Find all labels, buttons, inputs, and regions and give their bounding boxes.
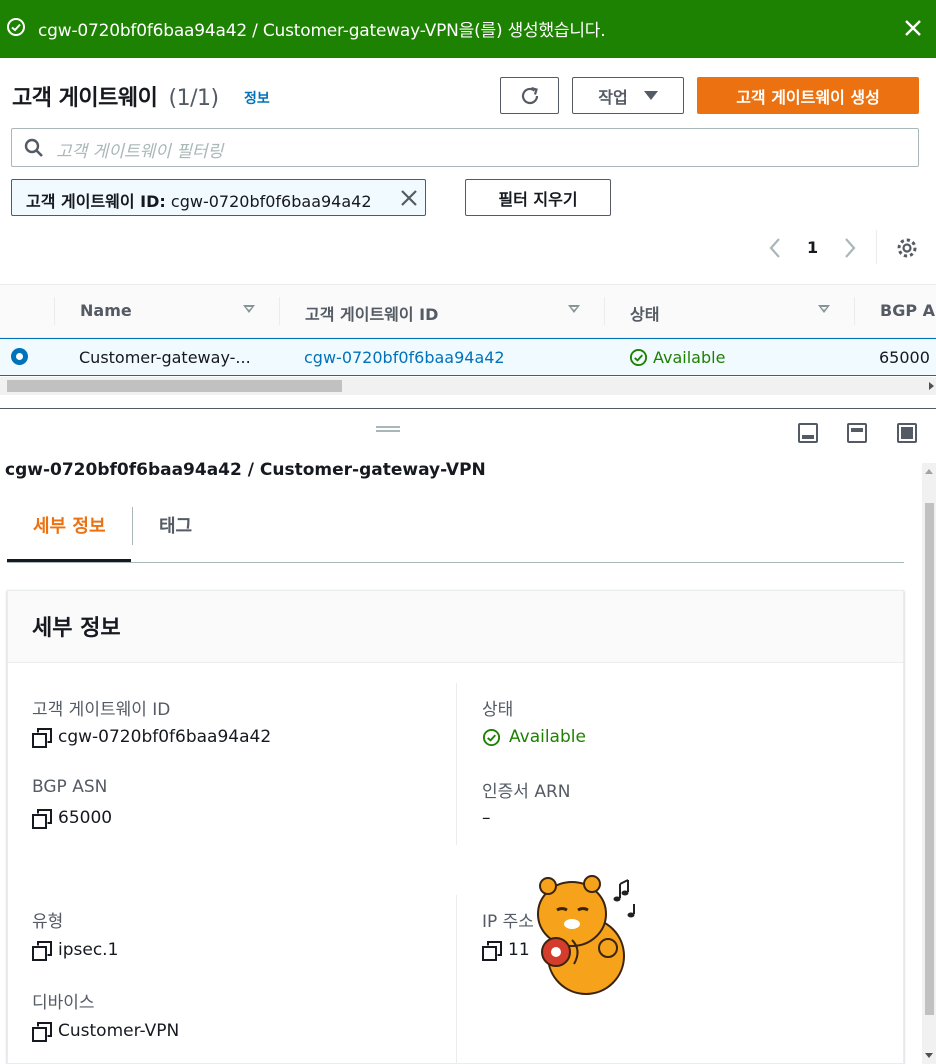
clear-filters-label: 필터 지우기	[498, 189, 578, 209]
bgp-asn-text: 65000	[58, 808, 113, 828]
info-link[interactable]: 정보	[244, 88, 270, 108]
cell-status: Available	[629, 348, 725, 367]
column-divider	[54, 297, 55, 325]
scroll-down-arrow-icon[interactable]	[925, 1053, 933, 1058]
close-icon[interactable]	[400, 189, 418, 207]
actions-button[interactable]: 작업	[572, 77, 684, 114]
card-title: 세부 정보	[32, 616, 121, 641]
split-panel-title: cgw-0720bf0f6baa94a42 / Customer-gateway…	[5, 460, 486, 480]
flash-message: cgw-0720bf0f6baa94a42 / Customer-gateway…	[38, 21, 606, 41]
filter-token-text: 고객 게이트웨이 ID: cgw-0720bf0f6baa94a42	[26, 188, 372, 212]
cell-bgp-asn: 65000	[879, 348, 930, 367]
page-title: 고객 게이트웨이 (1/1)	[12, 80, 219, 112]
column-divider	[456, 895, 457, 1064]
horizontal-scrollbar[interactable]	[0, 377, 936, 395]
clear-filters-button[interactable]: 필터 지우기	[465, 179, 611, 216]
column-divider	[279, 297, 280, 325]
page-number[interactable]: 1	[807, 238, 818, 262]
filter-token-key: 고객 게이트웨이 ID:	[26, 192, 166, 211]
bgp-asn-value: 65000	[32, 808, 113, 829]
close-icon[interactable]	[902, 17, 924, 39]
split-panel-border	[0, 408, 936, 409]
bear-sticker-image	[537, 875, 635, 995]
state-text: Available	[509, 727, 586, 747]
refresh-button[interactable]	[500, 77, 559, 114]
copy-icon[interactable]	[482, 941, 500, 961]
copy-icon[interactable]	[32, 809, 50, 829]
refresh-icon	[521, 86, 538, 104]
column-header-state[interactable]: 상태	[630, 301, 659, 325]
vertical-scrollbar[interactable]	[922, 463, 936, 1064]
search-placeholder: 고객 게이트웨이 필터링	[56, 142, 224, 162]
card-header: 세부 정보	[8, 591, 903, 663]
check-circle-icon	[7, 18, 25, 36]
type-label: 유형	[32, 912, 64, 932]
panel-position-full-icon[interactable]	[897, 423, 917, 443]
settings-icon[interactable]	[895, 236, 919, 260]
create-customer-gateway-button[interactable]: 고객 게이트웨이 생성	[697, 77, 919, 114]
copy-icon[interactable]	[32, 1022, 50, 1042]
scrollbar-thumb[interactable]	[7, 380, 342, 392]
cell-gateway-id-link[interactable]: cgw-0720bf0f6baa94a42	[304, 348, 505, 367]
state-value: Available	[482, 727, 586, 747]
details-card: 세부 정보 고객 게이트웨이 ID cgw-0720bf0f6baa94a42 …	[7, 590, 904, 1064]
column-divider	[854, 297, 855, 325]
column-header-name[interactable]: Name	[80, 301, 132, 320]
tab-tags[interactable]: 태그	[159, 512, 192, 538]
gateway-id-label: 고객 게이트웨이 ID	[32, 700, 171, 720]
check-circle-icon	[482, 728, 501, 746]
column-divider	[456, 683, 457, 845]
tabs-underline	[7, 562, 904, 563]
panel-position-bottom-icon[interactable]	[798, 423, 818, 443]
column-divider	[604, 297, 605, 325]
certificate-arn-value: –	[482, 808, 491, 828]
filter-token: 고객 게이트웨이 ID: cgw-0720bf0f6baa94a42	[11, 179, 426, 216]
status-text: Available	[653, 348, 726, 367]
type-text: ipsec.1	[58, 940, 119, 960]
drag-handle-icon[interactable]	[376, 426, 400, 432]
check-circle-icon	[629, 348, 648, 367]
scroll-up-arrow-icon[interactable]	[925, 469, 933, 474]
chevron-left-icon[interactable]	[766, 236, 784, 260]
panel-position-side-icon[interactable]	[847, 423, 867, 443]
device-text: Customer-VPN	[58, 1021, 180, 1041]
caret-down-icon	[643, 91, 658, 100]
sort-icon[interactable]	[568, 305, 580, 313]
column-header-id[interactable]: 고객 게이트웨이 ID	[305, 301, 438, 325]
certificate-arn-label: 인증서 ARN	[482, 782, 571, 802]
cell-name: Customer-gateway-...	[79, 348, 251, 367]
success-flash-banner: cgw-0720bf0f6baa94a42 / Customer-gateway…	[0, 0, 936, 58]
type-value: ipsec.1	[32, 940, 119, 961]
actions-label: 작업	[598, 87, 628, 107]
item-count: (1/1)	[168, 86, 220, 111]
gateway-id-value: cgw-0720bf0f6baa94a42	[32, 727, 272, 748]
search-input[interactable]: 고객 게이트웨이 필터링	[11, 128, 919, 167]
scroll-right-arrow-icon[interactable]	[929, 382, 934, 390]
column-header-bgp-asn[interactable]: BGP ASN	[880, 301, 936, 320]
scrollbar-thumb[interactable]	[925, 503, 934, 1015]
chevron-right-icon[interactable]	[841, 236, 859, 260]
copy-icon[interactable]	[32, 941, 50, 961]
page-title-text: 고객 게이트웨이	[12, 86, 158, 111]
filter-token-value: cgw-0720bf0f6baa94a42	[170, 192, 372, 211]
sort-icon[interactable]	[818, 305, 830, 313]
table-row[interactable]: Customer-gateway-... cgw-0720bf0f6baa94a…	[0, 338, 936, 376]
device-value: Customer-VPN	[32, 1021, 180, 1042]
device-label: 디바이스	[32, 993, 95, 1013]
pagination-divider	[876, 230, 877, 264]
copy-icon[interactable]	[32, 728, 50, 748]
gateway-id-text: cgw-0720bf0f6baa94a42	[58, 727, 272, 747]
table-header: Name 고객 게이트웨이 ID 상태 BGP ASN	[0, 284, 936, 338]
search-icon	[24, 138, 43, 157]
tab-details[interactable]: 세부 정보	[33, 512, 106, 538]
sort-icon[interactable]	[243, 305, 255, 313]
create-label: 고객 게이트웨이 생성	[736, 87, 880, 107]
bgp-asn-label: BGP ASN	[32, 777, 108, 797]
tab-divider	[132, 507, 133, 545]
state-label: 상태	[482, 700, 514, 720]
row-radio[interactable]	[11, 348, 28, 365]
